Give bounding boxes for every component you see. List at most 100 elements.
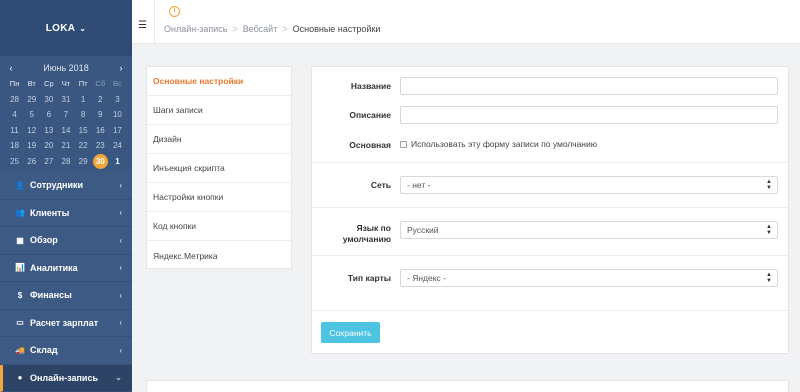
description-label: Описание — [349, 110, 391, 120]
calendar-day[interactable]: 8 — [75, 107, 92, 123]
truck-icon: 🚚 — [15, 345, 25, 355]
chevron-left-icon: ‹ — [119, 290, 122, 300]
calendar-day[interactable]: 12 — [23, 123, 40, 139]
calendar-day[interactable]: 26 — [23, 154, 40, 170]
chevron-down-icon: ⌄ — [115, 373, 122, 383]
chevron-left-icon: ‹ — [119, 208, 122, 218]
calendar-day[interactable]: 20 — [40, 138, 57, 154]
calendar-day[interactable]: 13 — [40, 123, 57, 139]
tab-1[interactable]: Шаги записи — [147, 96, 291, 125]
name-input[interactable] — [400, 77, 778, 95]
users-icon: 👥 — [15, 208, 25, 218]
map-type-select[interactable]: - Яндекс - ▲ ▼ — [400, 269, 778, 287]
calendar-day[interactable]: 5 — [23, 107, 40, 123]
calendar-prev-icon[interactable]: ‹ — [6, 63, 16, 73]
calendar-day[interactable]: 3 — [109, 92, 126, 108]
breadcrumb-item-current: Основные настройки — [292, 24, 381, 34]
calendar-day[interactable]: 14 — [57, 123, 74, 139]
sidebar-item-0[interactable]: 👤 Сотрудники ‹ — [0, 172, 132, 200]
chevron-left-icon: ‹ — [119, 345, 122, 355]
calendar-day[interactable]: 6 — [40, 107, 57, 123]
hamburger-icon[interactable]: ☰ — [138, 20, 147, 31]
save-button[interactable]: Сохранить — [321, 322, 380, 343]
calendar-day[interactable]: 30 — [40, 92, 57, 108]
calendar-day[interactable]: 4 — [6, 107, 23, 123]
calendar-weekday: Ср — [44, 79, 54, 88]
calendar-next-icon[interactable]: › — [116, 63, 126, 73]
calendar-day[interactable]: 31 — [57, 92, 74, 108]
chevron-left-icon: ‹ — [119, 263, 122, 273]
divider — [312, 162, 788, 163]
calendar-day[interactable]: 1 — [109, 154, 126, 170]
calendar-day[interactable]: 21 — [57, 138, 74, 154]
tab-3[interactable]: Инъекция скрипта — [147, 154, 291, 183]
calendar-day[interactable]: 24 — [109, 138, 126, 154]
calendar-day[interactable]: 16 — [92, 123, 109, 139]
divider — [312, 207, 788, 208]
calendar-day[interactable]: 15 — [75, 123, 92, 139]
calendar-day[interactable]: 27 — [40, 154, 57, 170]
calendar-day[interactable]: 11 — [6, 123, 23, 139]
calendar-weekday: Чт — [61, 79, 71, 88]
breadcrumb: Онлайн-запись > Вебсайт > Основные настройки — [164, 24, 380, 34]
tab-0[interactable]: Основные настройки — [147, 67, 291, 96]
calendar-day[interactable]: 9 — [92, 107, 109, 123]
lower-panel — [146, 380, 789, 392]
calendar-day[interactable]: 17 — [109, 123, 126, 139]
breadcrumb-separator-icon: > — [232, 24, 238, 34]
sidebar-item-label: Сотрудники — [30, 180, 84, 191]
tab-6[interactable]: Яндекс.Метрика — [147, 241, 291, 270]
calendar-day[interactable]: 22 — [75, 138, 92, 154]
default-form-checkbox-label[interactable]: Использовать эту форму записи по умолчан… — [411, 139, 597, 149]
chevron-left-icon: ‹ — [119, 235, 122, 245]
calendar-day[interactable]: 29 — [23, 92, 40, 108]
calendar-day[interactable]: 23 — [92, 138, 109, 154]
org-name: LOKA — [45, 22, 76, 34]
chevron-left-icon: ‹ — [119, 180, 122, 190]
grid-icon: ▦ — [16, 235, 24, 245]
mini-calendar: ‹ Июнь 2018 › Пн Вт Ср Чт Пт Сб Вс 28 29 30 31 1 2 3 4… — [0, 56, 132, 172]
divider — [312, 255, 788, 256]
calendar-day[interactable]: 29 — [75, 154, 92, 170]
sidebar-item-label: Аналитика — [30, 262, 78, 273]
language-select-value: Русский — [407, 225, 439, 235]
sidebar-item-7[interactable]: ● Онлайн-запись ⌄ — [0, 364, 132, 392]
calendar-day[interactable]: 25 — [6, 154, 23, 170]
calendar-day[interactable]: 18 — [6, 138, 23, 154]
sidebar-item-label: Онлайн-запись — [30, 372, 98, 383]
tab-4[interactable]: Настройки кнопки — [147, 183, 291, 212]
dollar-icon: $ — [17, 290, 23, 300]
calendar-weekday: Вт — [27, 79, 36, 88]
info-icon[interactable]: i — [169, 6, 180, 17]
org-switcher[interactable]: LOKA ⌄ — [0, 0, 132, 56]
calendar-weekday: Вс — [113, 79, 122, 88]
calendar-day-selected: 30 — [92, 153, 108, 169]
divider — [154, 0, 155, 44]
calendar-day[interactable]: 30 — [92, 153, 109, 170]
calendar-day[interactable]: 10 — [109, 107, 126, 123]
sidebar-item-4[interactable]: $ Финансы ‹ — [0, 282, 132, 310]
calendar-day[interactable]: 19 — [23, 138, 40, 154]
sidebar-item-label: Расчет зарплат — [30, 317, 99, 328]
breadcrumb-item-website[interactable]: Вебсайт — [243, 24, 278, 34]
sidebar-item-3[interactable]: 📊 Аналитика ‹ — [0, 254, 132, 282]
network-select[interactable]: - нет - ▲ ▼ — [400, 176, 778, 194]
calendar-day[interactable]: 2 — [92, 92, 109, 108]
calendar-day[interactable]: 1 — [75, 92, 92, 108]
sidebar-item-6[interactable]: 🚚 Склад ‹ — [0, 337, 132, 365]
sidebar-item-1[interactable]: 👥 Клиенты ‹ — [0, 199, 132, 227]
sidebar-item-2[interactable]: ▦ Обзор ‹ — [0, 227, 132, 255]
language-label-line1: Язык по — [356, 223, 391, 233]
tab-5[interactable]: Код кнопки — [147, 212, 291, 241]
tab-2[interactable]: Дизайн — [147, 125, 291, 154]
breadcrumb-item-online-booking[interactable]: Онлайн-запись — [164, 24, 227, 34]
calendar-day[interactable]: 28 — [57, 154, 74, 170]
calendar-day[interactable]: 28 — [6, 92, 23, 108]
default-form-checkbox[interactable] — [400, 141, 407, 148]
description-input[interactable] — [400, 106, 778, 124]
calendar-grid: Пн Вт Ср Чт Пт Сб Вс 28 29 30 31 1 2 3 4 5 6 7 8 9 10 11 12 13 1… — [6, 76, 126, 169]
language-select[interactable]: Русский ▲ ▼ — [400, 221, 778, 239]
map-type-label: Тип карты — [347, 273, 391, 283]
sidebar-item-5[interactable]: ▭ Расчет зарплат ‹ — [0, 309, 132, 337]
calendar-day[interactable]: 7 — [57, 107, 74, 123]
